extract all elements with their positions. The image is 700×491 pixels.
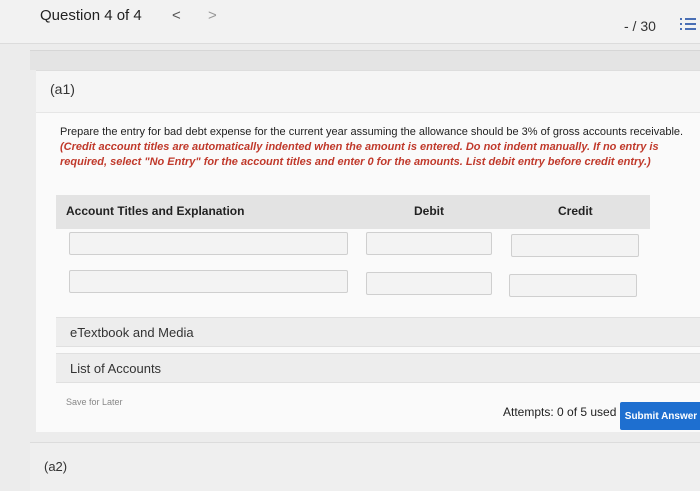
list-of-accounts-label: List of Accounts [70, 361, 162, 376]
prev-question-button[interactable]: < [172, 7, 181, 24]
col-credit-header: Credit [558, 204, 593, 218]
question-list-icon[interactable] [680, 18, 696, 32]
submit-answer-button[interactable]: Submit Answer [620, 402, 700, 430]
question-header: Question 4 of 4 < > - / 30 [0, 0, 700, 44]
account-title-input-2[interactable] [69, 270, 348, 293]
prompt-instruction: (Credit account titles are automatically… [60, 141, 659, 168]
part-a2-header: (a2) [30, 442, 700, 491]
question-card: Prepare the entry for bad debt expense f… [36, 112, 700, 432]
part-a2-label: (a2) [44, 459, 68, 474]
account-title-input-1[interactable] [69, 232, 348, 255]
col-account-header: Account Titles and Explanation [66, 204, 245, 218]
score-display: - / 30 [624, 18, 656, 34]
credit-input-1[interactable] [511, 234, 639, 257]
prompt-text: Prepare the entry for bad debt expense f… [60, 126, 684, 138]
divider-strip [30, 50, 700, 70]
debit-input-1[interactable] [366, 232, 492, 255]
col-debit-header: Debit [414, 204, 444, 218]
debit-input-2[interactable] [366, 272, 492, 295]
credit-input-2[interactable] [509, 274, 637, 297]
question-counter: Question 4 of 4 [40, 7, 142, 24]
next-question-button[interactable]: > [208, 7, 217, 24]
question-prompt: Prepare the entry for bad debt expense f… [60, 125, 700, 170]
attempts-counter: Attempts: 0 of 5 used [503, 405, 617, 419]
list-of-accounts-link[interactable]: List of Accounts [56, 353, 700, 383]
save-for-later-link[interactable]: Save for Later [66, 397, 123, 407]
journal-table-header: Account Titles and Explanation Debit Cre… [56, 195, 650, 229]
part-a1-header: (a1) [36, 70, 700, 113]
part-a1-label: (a1) [50, 81, 75, 97]
etextbook-label: eTextbook and Media [70, 325, 194, 340]
etextbook-link[interactable]: eTextbook and Media [56, 317, 700, 347]
